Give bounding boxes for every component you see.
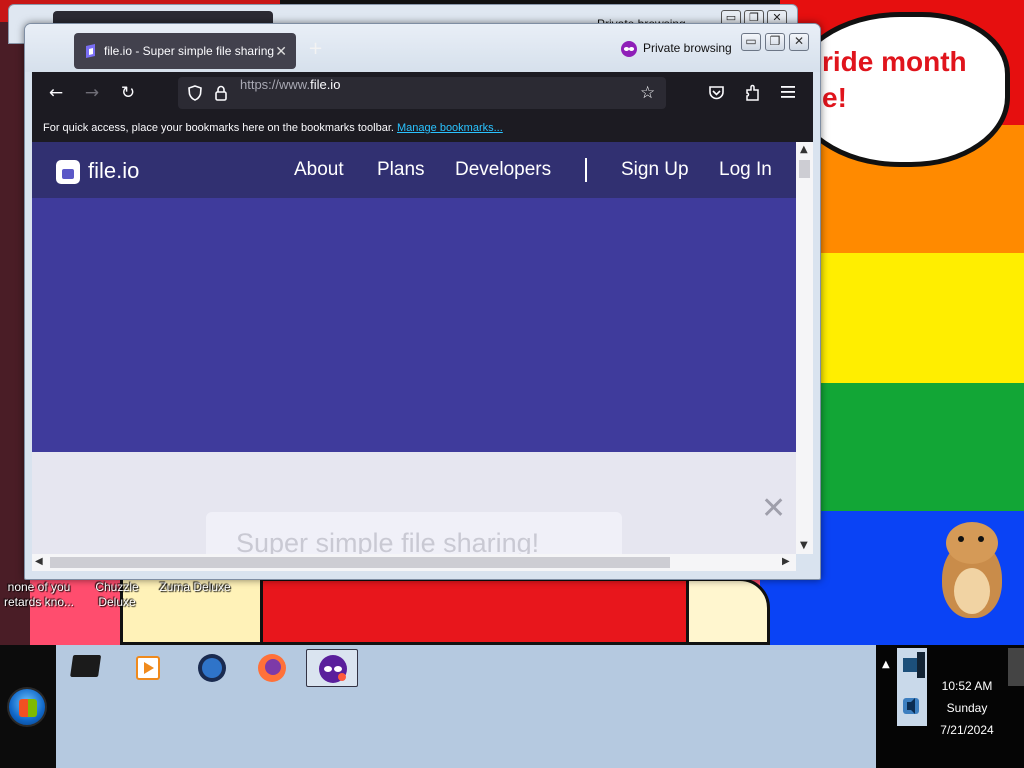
horizontal-scrollbar[interactable]: ◀ ▶ (32, 554, 796, 571)
globe-icon (198, 654, 226, 682)
nav-divider (585, 158, 587, 182)
show-desktop-button[interactable] (1008, 648, 1024, 686)
taskbar: ▲ 10:52 AM Sunday 7/21/2024 (0, 645, 1024, 768)
taskbar-app-globe[interactable] (186, 649, 238, 687)
firefox-icon (258, 654, 286, 682)
wallpaper-red-shape (260, 578, 700, 645)
taskbar-app-firefox-private[interactable] (306, 649, 358, 687)
terminal-icon (70, 655, 101, 677)
scroll-down-icon[interactable]: ▼ (800, 540, 808, 551)
manage-bookmarks-link[interactable]: Manage bookmarks... (397, 122, 503, 134)
hamster-figure (932, 520, 1012, 620)
browser-titlebar[interactable]: file.io - Super simple file sharing ✕ + … (25, 24, 820, 72)
clock-date: 7/21/2024 (940, 723, 994, 737)
site-logo-text[interactable]: file.io (88, 158, 139, 184)
scroll-right-icon[interactable]: ▶ (782, 556, 790, 567)
page-viewport: file.io About Plans Developers Sign Up L… (32, 142, 796, 554)
url-prefix: https://www. (240, 77, 311, 92)
windows-logo-icon (19, 699, 37, 717)
maximize-button[interactable]: ❐ (765, 33, 785, 51)
wallpaper-cream-shape (686, 578, 770, 645)
tray-expand-icon[interactable]: ▲ (882, 659, 890, 670)
file-io-favicon-icon (86, 44, 95, 58)
taskbar-clock[interactable]: 10:52 AM Sunday 7/21/2024 (930, 675, 1004, 741)
taskbar-app-terminal[interactable] (62, 649, 114, 687)
bookmarks-toolbar: For quick access, place your bookmarks h… (32, 114, 813, 142)
card-title: Super simple file sharing! (236, 528, 540, 554)
url-domain: file.io (310, 77, 341, 92)
forward-button[interactable]: → (81, 82, 103, 104)
tab-title: file.io - Super simple file sharing (104, 44, 275, 58)
taskbar-app-media-player[interactable] (122, 649, 174, 687)
reload-button[interactable]: ↻ (117, 82, 139, 104)
tab-file-io[interactable]: file.io - Super simple file sharing ✕ (74, 33, 296, 69)
taskbar-start-area (0, 645, 56, 768)
start-button[interactable] (7, 687, 47, 727)
scroll-up-icon[interactable]: ▲ (800, 144, 808, 155)
desktop-icon-label: none of you retards kno... (3, 580, 75, 609)
lock-icon[interactable] (214, 85, 228, 101)
browser-window[interactable]: file.io - Super simple file sharing ✕ + … (24, 23, 821, 580)
vertical-scroll-thumb[interactable] (799, 160, 810, 178)
bookmarks-notice: For quick access, place your bookmarks h… (43, 122, 394, 134)
nav-log-in[interactable]: Log In (719, 159, 772, 181)
scroll-left-icon[interactable]: ◀ (35, 556, 43, 567)
tab-close-icon[interactable]: ✕ (275, 33, 287, 69)
url-bar[interactable]: https://www.file.io ☆ (178, 77, 666, 109)
vertical-scrollbar[interactable]: ▲ ▼ (796, 142, 813, 554)
pocket-icon[interactable] (708, 85, 725, 101)
upload-card: Super simple file sharing! (206, 512, 622, 554)
bookmark-star-icon[interactable]: ☆ (640, 84, 658, 102)
taskbar-app-firefox[interactable] (246, 649, 298, 687)
firefox-private-icon (319, 655, 347, 683)
site-header: file.io About Plans Developers Sign Up L… (32, 142, 796, 198)
navigation-toolbar: ← → ↻ https://www.file.io ☆ (32, 72, 813, 114)
horizontal-scroll-thumb[interactable] (50, 557, 670, 568)
nav-plans[interactable]: Plans (377, 159, 425, 181)
speech-bubble-text: ride month e! (822, 46, 967, 113)
file-io-logo-icon[interactable] (56, 160, 80, 184)
shield-icon[interactable] (188, 85, 202, 101)
desktop-icon-label: Zuma Deluxe (159, 580, 231, 594)
volume-icon[interactable] (903, 698, 919, 714)
clock-day: Sunday (946, 701, 988, 715)
new-tab-button[interactable]: + (308, 38, 323, 59)
hero-banner (32, 198, 796, 452)
close-button[interactable]: ✕ (789, 33, 809, 51)
private-browsing-icon (621, 41, 637, 57)
clock-time: 10:52 AM (941, 679, 993, 693)
hamburger-menu-icon[interactable] (780, 85, 796, 99)
extensions-icon[interactable] (744, 84, 761, 102)
overlay-close-icon[interactable]: ✕ (761, 494, 786, 524)
desktop-icon-label: Chuzzle Deluxe (95, 580, 139, 609)
minimize-button[interactable]: ▭ (741, 33, 761, 51)
media-player-icon (136, 656, 160, 680)
tray-icons-panel (897, 648, 927, 726)
private-browsing-label: Private browsing (643, 41, 732, 55)
nav-sign-up[interactable]: Sign Up (621, 159, 689, 181)
nav-about[interactable]: About (294, 159, 344, 181)
back-button[interactable]: ← (45, 82, 67, 104)
network-icon[interactable] (903, 652, 925, 678)
url-text[interactable]: https://www.file.io (240, 77, 340, 92)
nav-developers[interactable]: Developers (455, 159, 551, 181)
